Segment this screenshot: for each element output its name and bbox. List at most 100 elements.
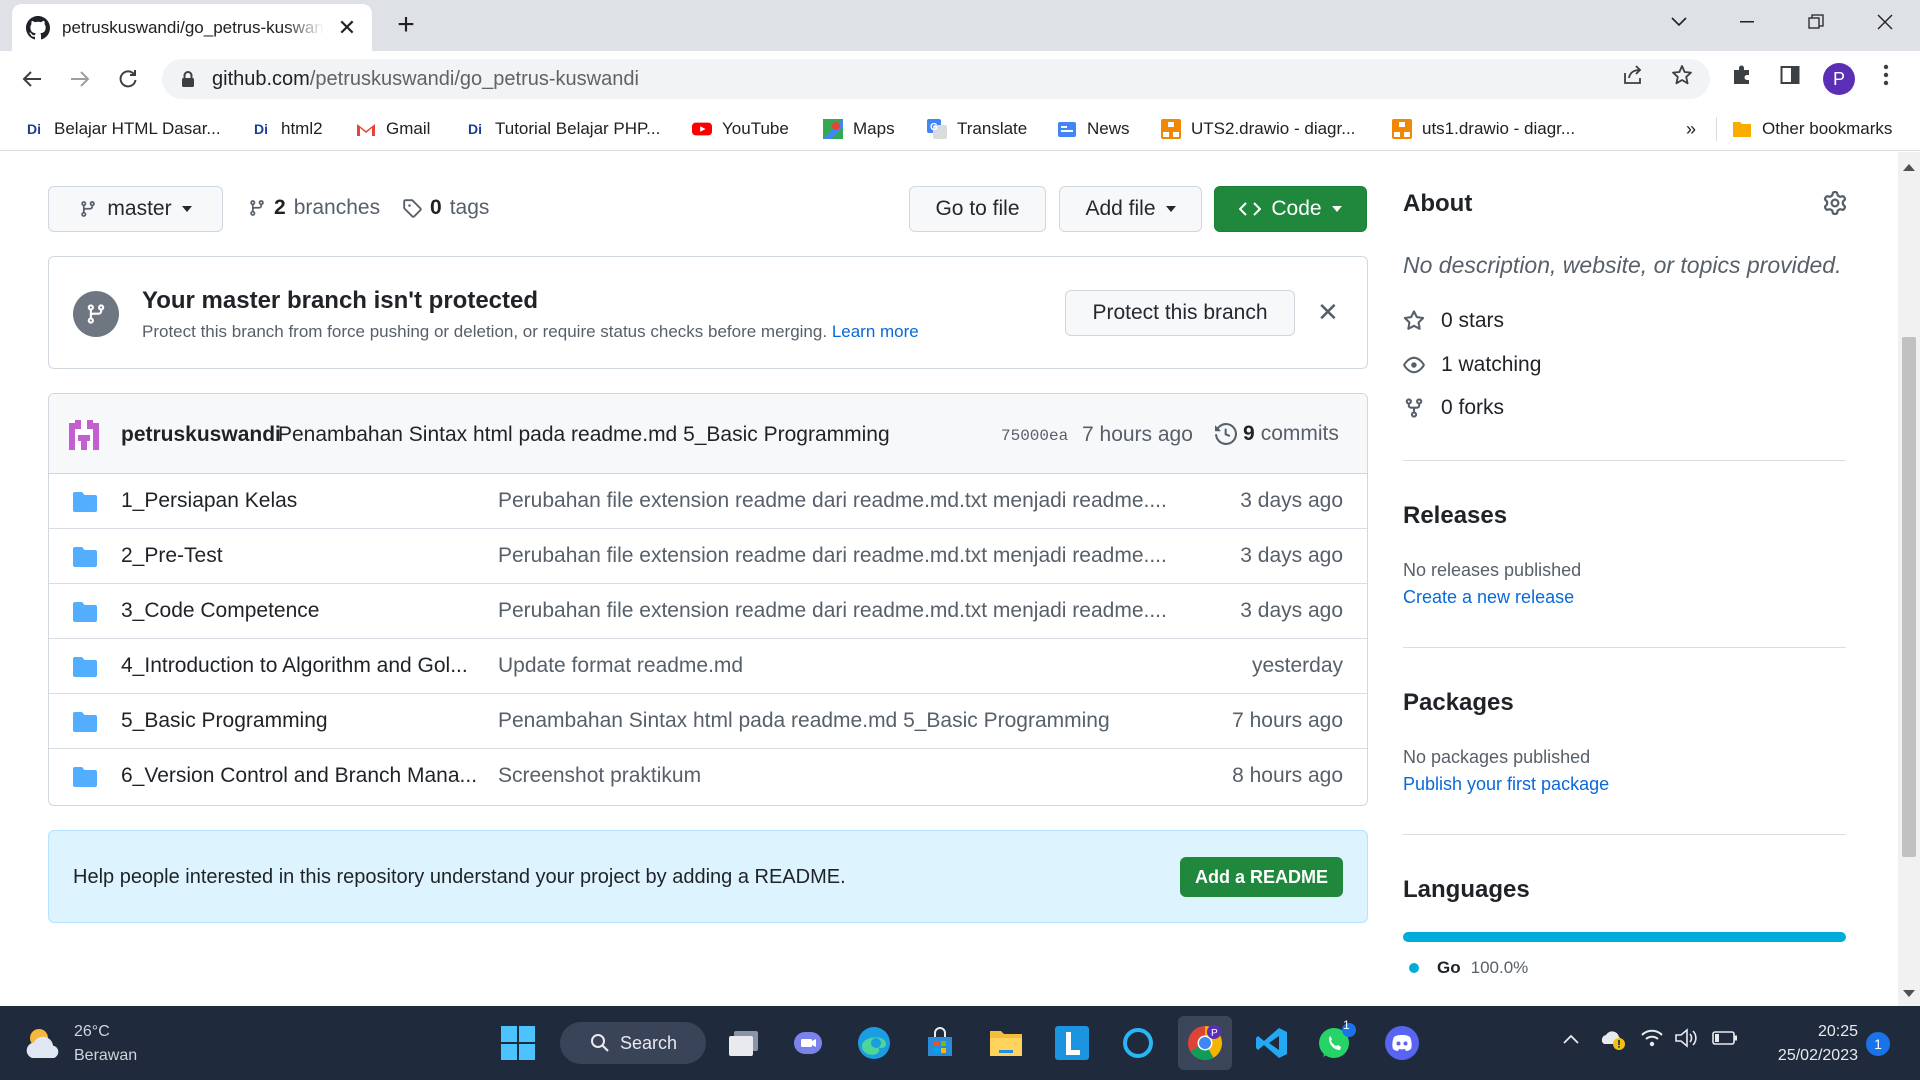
address-bar[interactable]: github.com/petruskuswandi/go_petrus-kusw… [162,59,1710,99]
file-commit-message[interactable]: Perubahan file extension readme dari rea… [498,489,1167,513]
chrome-menu-button[interactable] [1868,57,1904,93]
commit-author[interactable]: petruskuswandi [121,423,281,447]
file-name[interactable]: 4_Introduction to Algorithm and Gol... [121,654,468,678]
commits-link[interactable]: 9 commits [1215,422,1339,446]
dismiss-banner-icon[interactable]: ✕ [1317,297,1339,328]
lock-icon[interactable] [180,70,196,88]
file-row[interactable]: 6_Version Control and Branch Mana... Scr… [49,749,1367,804]
branches-link[interactable]: 2 branches [248,196,380,220]
bookmark-item[interactable]: News [1057,115,1130,143]
gear-icon[interactable] [1823,191,1847,215]
packages-title[interactable]: Packages [1403,689,1514,717]
go-to-file-button[interactable]: Go to file [909,186,1046,232]
page-scrollbar[interactable] [1898,152,1920,1006]
bookmark-star-button[interactable] [1664,57,1700,93]
file-row[interactable]: 1_Persiapan Kelas Perubahan file extensi… [49,474,1367,529]
app-l-button[interactable] [1050,1021,1094,1065]
file-row[interactable]: 4_Introduction to Algorithm and Gol... U… [49,639,1367,694]
file-name[interactable]: 2_Pre-Test [121,544,223,568]
tags-link[interactable]: 0 tags [402,196,489,220]
new-tab-button[interactable]: + [390,8,422,42]
language-item[interactable]: Go 100.0% [1409,958,1528,978]
cortana-button[interactable] [1116,1021,1160,1065]
file-commit-message[interactable]: Perubahan file extension readme dari rea… [498,544,1167,568]
file-commit-message[interactable]: Screenshot praktikum [498,764,701,788]
bookmark-label: Other bookmarks [1762,119,1893,138]
task-view-button[interactable] [722,1021,766,1065]
branch-select-button[interactable]: master [48,186,223,232]
stars-link[interactable]: 0 stars [1403,309,1504,333]
notification-badge[interactable]: 1 [1866,1032,1890,1056]
back-button[interactable] [16,63,48,95]
file-commit-message[interactable]: Update format readme.md [498,654,743,678]
file-row[interactable]: 5_Basic Programming Penambahan Sintax ht… [49,694,1367,749]
bookmark-item[interactable]: UTS2.drawio - diagr... [1161,115,1355,143]
profile-avatar[interactable]: P [1823,63,1855,95]
avatar[interactable] [69,420,99,450]
other-bookmarks-folder[interactable]: Other bookmarks [1732,115,1892,143]
volume-tray[interactable] [1674,1028,1700,1053]
onedrive-tray[interactable] [1600,1028,1626,1055]
publish-package-link[interactable]: Publish your first package [1403,774,1609,795]
file-name[interactable]: 3_Code Competence [121,599,319,623]
scrollbar-thumb[interactable] [1902,337,1916,857]
share-button[interactable] [1616,57,1652,93]
bookmark-item[interactable]: Di html2 [251,115,323,143]
create-release-link[interactable]: Create a new release [1403,587,1574,608]
start-button[interactable] [496,1021,540,1065]
minimize-button[interactable] [1712,0,1782,44]
bookmark-item[interactable]: G Translate [927,115,1027,143]
bookmark-item[interactable]: Di Belajar HTML Dasar... [24,115,221,143]
tab-search-button[interactable] [1644,0,1714,44]
learn-more-link[interactable]: Learn more [832,322,919,341]
show-hidden-icons[interactable] [1562,1032,1580,1050]
url-host: github.com [212,67,310,90]
battery-tray[interactable] [1712,1030,1738,1051]
file-commit-message[interactable]: Perubahan file extension readme dari rea… [498,599,1167,623]
file-row[interactable]: 3_Code Competence Perubahan file extensi… [49,584,1367,639]
tab-close-icon[interactable]: ✕ [336,15,358,41]
bookmarks-overflow-button[interactable]: » [1686,115,1696,143]
teams-chat-button[interactable] [786,1021,830,1065]
commit-message[interactable]: Penambahan Sintax html pada readme.md 5_… [278,423,890,447]
taskbar-search[interactable]: Search [560,1022,706,1064]
releases-title[interactable]: Releases [1403,502,1507,530]
extensions-button[interactable] [1724,57,1760,93]
weather-widget[interactable]: 26°C Berawan [24,1020,137,1068]
file-name[interactable]: 5_Basic Programming [121,709,328,733]
file-row[interactable]: 2_Pre-Test Perubahan file extension read… [49,529,1367,584]
add-readme-button[interactable]: Add a README [1180,857,1343,897]
chrome-button[interactable]: P [1178,1016,1232,1070]
add-file-button[interactable]: Add file [1059,186,1202,232]
bookmark-item[interactable]: Di Tutorial Belajar PHP... [465,115,660,143]
forks-link[interactable]: 0 forks [1403,396,1504,420]
side-panel-button[interactable] [1772,57,1808,93]
code-button[interactable]: Code [1214,186,1367,232]
restore-button[interactable] [1781,0,1851,44]
file-name[interactable]: 6_Version Control and Branch Mana... [121,764,477,788]
bookmark-item[interactable]: uts1.drawio - diagr... [1392,115,1575,143]
bookmark-item[interactable]: Maps [823,115,895,143]
bookmark-item[interactable]: YouTube [692,115,789,143]
file-explorer-button[interactable] [984,1021,1028,1065]
system-clock[interactable]: 20:25 25/02/2023 [1762,1020,1858,1068]
reload-button[interactable] [112,63,144,95]
browser-tab[interactable]: petruskuswandi/go_petrus-kuswandi ✕ [12,4,372,51]
commit-sha[interactable]: 75000ea [1001,427,1068,445]
scroll-up-arrow[interactable] [1903,164,1915,171]
wifi-tray[interactable] [1640,1028,1664,1053]
close-window-button[interactable] [1850,0,1920,44]
microsoft-store-button[interactable] [918,1021,962,1065]
discord-button[interactable] [1380,1021,1424,1065]
scroll-down-arrow[interactable] [1903,990,1915,997]
edge-button[interactable] [852,1021,896,1065]
forward-button[interactable] [64,63,96,95]
vscode-button[interactable] [1250,1021,1294,1065]
watching-link[interactable]: 1 watching [1403,353,1541,377]
file-name[interactable]: 1_Persiapan Kelas [121,489,297,513]
windows-icon [501,1026,535,1060]
bookmark-item[interactable]: Gmail [356,115,430,143]
file-commit-message[interactable]: Penambahan Sintax html pada readme.md 5_… [498,709,1110,733]
whatsapp-button[interactable]: 1 [1314,1018,1358,1065]
protect-branch-button[interactable]: Protect this branch [1065,290,1295,336]
